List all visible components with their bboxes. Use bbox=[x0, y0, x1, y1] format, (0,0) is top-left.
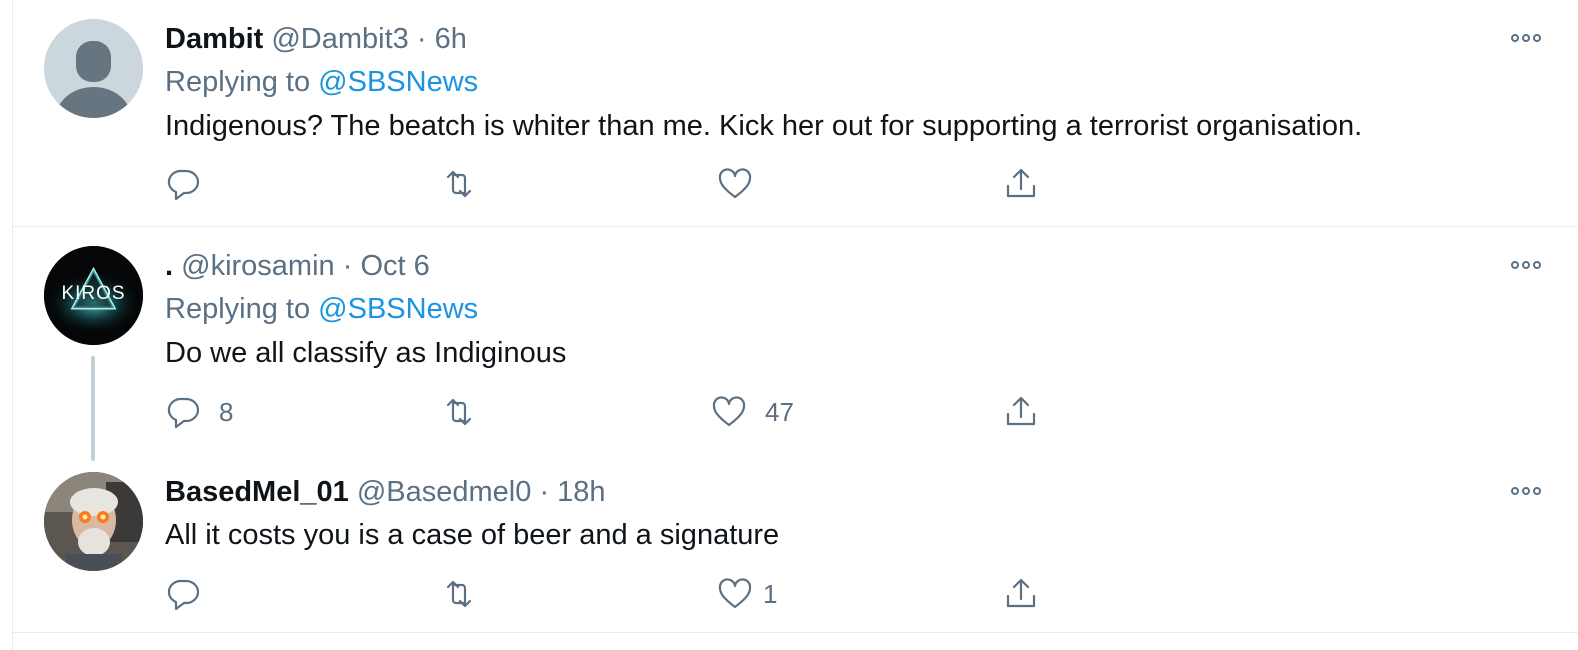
tweet-actions bbox=[165, 164, 1065, 204]
heart-icon bbox=[712, 396, 746, 427]
thread-line bbox=[91, 356, 95, 461]
more-options-button[interactable] bbox=[1511, 31, 1547, 45]
dot-separator: · bbox=[416, 23, 427, 55]
avatar[interactable]: KIROS bbox=[44, 246, 143, 345]
more-dot-icon bbox=[1522, 261, 1530, 269]
reply-icon bbox=[167, 397, 200, 429]
reply-count: 8 bbox=[219, 396, 234, 427]
dot-separator: · bbox=[342, 250, 353, 282]
share-button[interactable] bbox=[1003, 392, 1039, 432]
more-dot-icon bbox=[1533, 34, 1541, 42]
more-dot-icon bbox=[1522, 487, 1530, 495]
avatar[interactable] bbox=[44, 472, 143, 571]
share-icon bbox=[1006, 578, 1036, 608]
timestamp[interactable]: 6h bbox=[435, 23, 467, 55]
more-dot-icon bbox=[1522, 34, 1530, 42]
retweet-button[interactable] bbox=[441, 392, 495, 432]
like-count: 1 bbox=[763, 578, 778, 609]
dot-separator: · bbox=[539, 476, 550, 508]
reply-button[interactable] bbox=[165, 574, 219, 614]
share-button[interactable] bbox=[1003, 164, 1039, 204]
like-button[interactable]: 47 bbox=[711, 392, 794, 432]
share-icon bbox=[1006, 168, 1036, 198]
timestamp[interactable]: 18h bbox=[557, 476, 605, 508]
tweet-text: All it costs you is a case of beer and a… bbox=[165, 519, 780, 551]
share-button[interactable] bbox=[1003, 574, 1039, 614]
reply-icon bbox=[167, 579, 200, 611]
more-dot-icon bbox=[1511, 34, 1519, 42]
tweet-actions: 1 bbox=[165, 574, 1065, 614]
tweet-header: . @kirosamin · Oct 6 bbox=[165, 247, 1539, 285]
profile-photo-icon bbox=[44, 472, 143, 571]
heart-icon bbox=[718, 168, 752, 199]
handle[interactable]: @Basedmel0 bbox=[357, 476, 532, 508]
more-dot-icon bbox=[1511, 261, 1519, 269]
tweet-actions: 8 47 bbox=[165, 392, 1065, 432]
divider bbox=[13, 632, 1578, 633]
tweet[interactable]: KIROS . @kirosamin · Oct 6 Replying to @… bbox=[13, 227, 1578, 461]
replying-to-link[interactable]: @SBSNews bbox=[318, 66, 478, 98]
retweet-button[interactable] bbox=[441, 574, 495, 614]
replying-to: Replying to @SBSNews bbox=[165, 63, 1539, 101]
handle[interactable]: @kirosamin bbox=[181, 250, 335, 282]
display-name[interactable]: . bbox=[165, 250, 173, 282]
like-count: 47 bbox=[765, 396, 794, 427]
retweet-icon bbox=[446, 170, 472, 198]
tweet-text: Do we all classify as Indiginous bbox=[165, 337, 567, 369]
retweet-icon bbox=[446, 398, 472, 426]
kiros-logo-text: KIROS bbox=[61, 283, 126, 304]
handle[interactable]: @Dambit3 bbox=[271, 23, 408, 55]
more-options-button[interactable] bbox=[1511, 258, 1547, 272]
more-dot-icon bbox=[1533, 487, 1541, 495]
like-button[interactable]: 1 bbox=[717, 574, 777, 614]
more-dot-icon bbox=[1511, 487, 1519, 495]
more-options-button[interactable] bbox=[1511, 484, 1547, 498]
tweet-header: BasedMel_01 @Basedmel0 · 18h bbox=[165, 473, 1539, 511]
timestamp[interactable]: Oct 6 bbox=[360, 250, 429, 282]
display-name[interactable]: Dambit bbox=[165, 23, 263, 55]
replying-label: Replying to bbox=[165, 293, 311, 325]
share-icon bbox=[1006, 396, 1036, 426]
avatar[interactable] bbox=[44, 19, 143, 118]
retweet-button[interactable] bbox=[441, 164, 495, 204]
timeline: Dambit @Dambit3 · 6h Replying to @SBSNew… bbox=[12, 0, 1578, 650]
tweet[interactable]: BasedMel_01 @Basedmel0 · 18h All it cost… bbox=[13, 455, 1578, 632]
tweet-header: Dambit @Dambit3 · 6h bbox=[165, 20, 1539, 58]
more-dot-icon bbox=[1533, 261, 1541, 269]
tweet[interactable]: Dambit @Dambit3 · 6h Replying to @SBSNew… bbox=[13, 0, 1578, 227]
display-name[interactable]: BasedMel_01 bbox=[165, 476, 349, 508]
tweet-text: Indigenous? The beatch is whiter than me… bbox=[165, 110, 1363, 142]
replying-to-link[interactable]: @SBSNews bbox=[318, 293, 478, 325]
retweet-icon bbox=[446, 580, 472, 608]
replying-to: Replying to @SBSNews bbox=[165, 290, 1539, 328]
reply-icon bbox=[167, 169, 200, 201]
default-profile-icon bbox=[44, 19, 143, 118]
like-button[interactable] bbox=[717, 164, 771, 204]
reply-button[interactable] bbox=[165, 164, 219, 204]
heart-icon bbox=[718, 578, 752, 609]
replying-label: Replying to bbox=[165, 66, 311, 98]
reply-button[interactable]: 8 bbox=[165, 392, 233, 432]
